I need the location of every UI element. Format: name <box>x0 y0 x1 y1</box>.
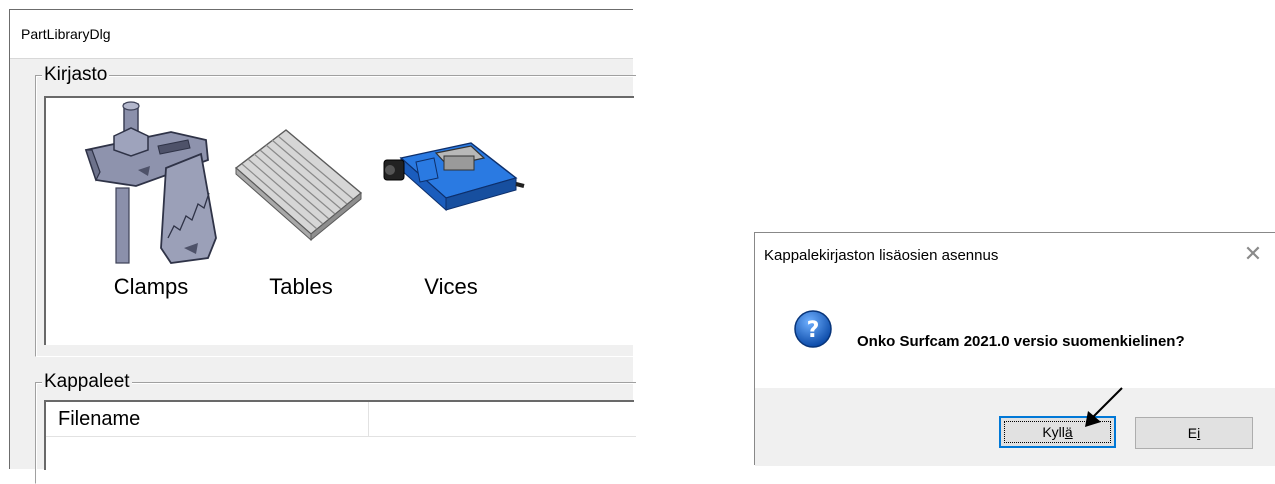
library-item-clamps[interactable]: Clamps <box>76 98 226 347</box>
title-bar: PartLibraryDlg <box>10 10 633 59</box>
library-item-label: Vices <box>424 274 478 299</box>
no-button-label: E <box>1187 425 1198 441</box>
close-icon[interactable]: ✕ <box>1240 241 1266 267</box>
install-dialog: Kappalekirjaston lisäosien asennus ✕ ? O… <box>754 232 1275 466</box>
dialog-footer: Kyllä Ei <box>755 388 1275 466</box>
library-item-vices[interactable]: Vices <box>376 98 526 347</box>
library-group-label: Kirjasto <box>42 64 110 86</box>
column-header-2[interactable] <box>369 402 639 436</box>
clamp-icon <box>84 101 217 264</box>
parts-group-label: Kappaleet <box>42 371 132 393</box>
library-item-label: Clamps <box>113 274 189 299</box>
no-button-mnemonic: i <box>1197 425 1201 441</box>
parts-table[interactable]: Filename <box>44 400 636 470</box>
library-list[interactable]: Clamps Tables Vices <box>44 96 634 345</box>
pointer-arrow-icon <box>1085 387 1123 427</box>
table-icon <box>234 129 363 242</box>
no-button[interactable]: Ei <box>1135 417 1253 449</box>
library-item-label: Tables <box>269 274 333 299</box>
window-title: PartLibraryDlg <box>21 26 111 42</box>
svg-text:?: ? <box>807 318 820 343</box>
dialog-message: Onko Surfcam 2021.0 versio suomenkieline… <box>857 333 1185 350</box>
question-icon: ? <box>794 310 832 348</box>
vice-icon <box>383 142 525 212</box>
library-item-tables[interactable]: Tables <box>226 98 376 347</box>
column-header-filename[interactable]: Filename <box>46 402 369 436</box>
dialog-title: Kappalekirjaston lisäosien asennus <box>764 247 999 264</box>
table-header: Filename <box>46 402 636 437</box>
